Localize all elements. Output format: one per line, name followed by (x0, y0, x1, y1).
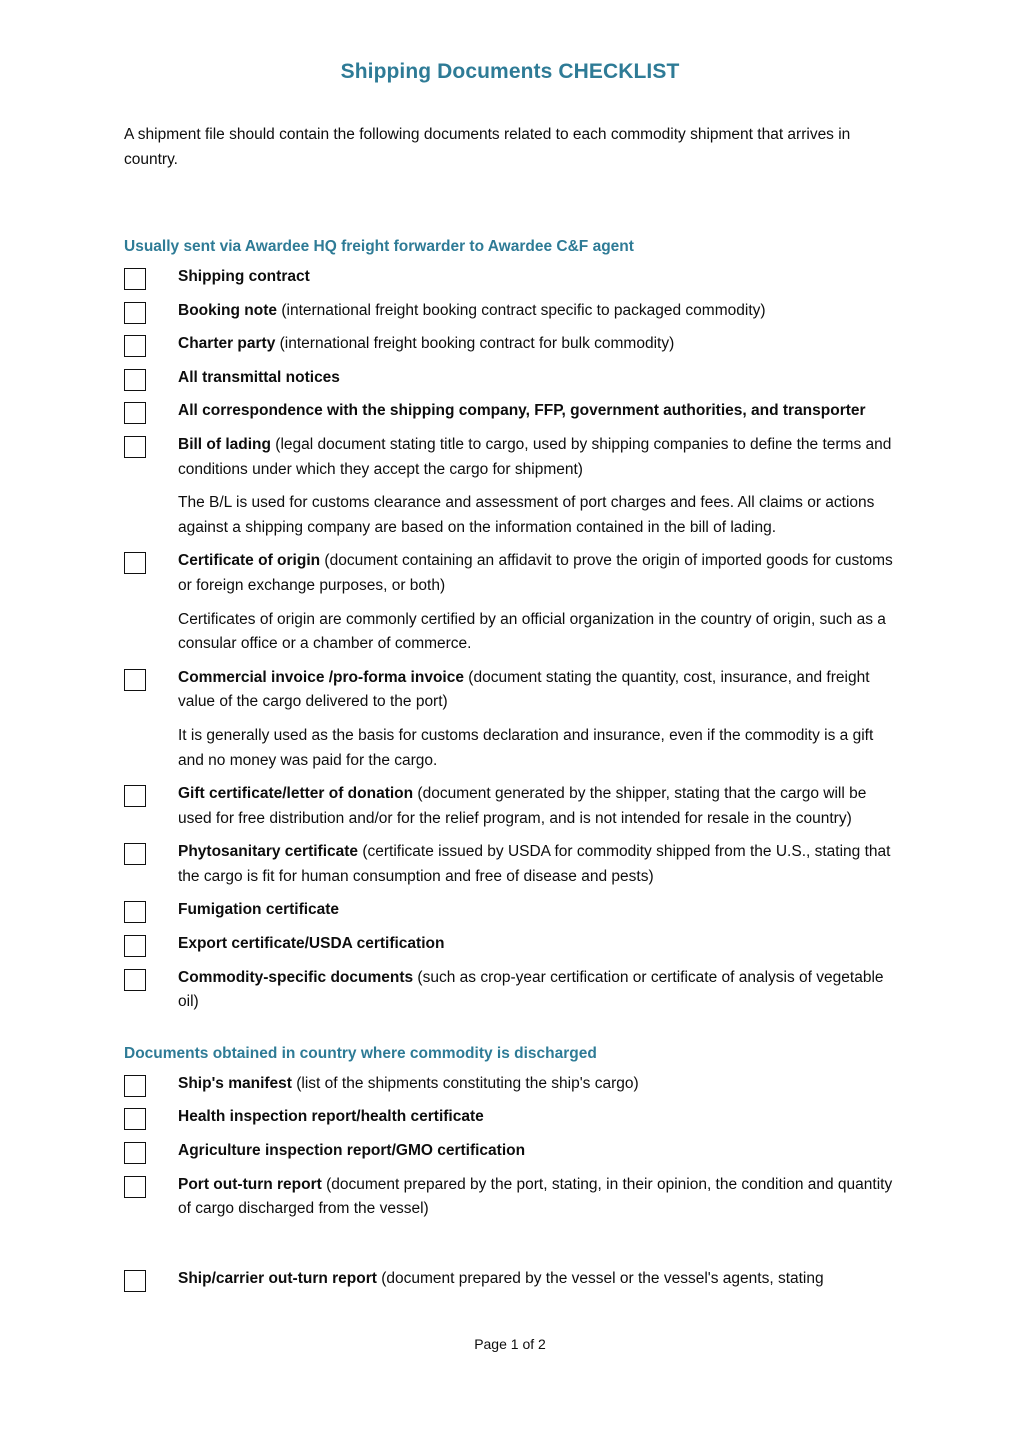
checkbox-icon[interactable] (124, 1074, 146, 1097)
checklist-item-title: Port out-turn report (178, 1175, 322, 1193)
checklist-item-title: Gift certificate/letter of donation (178, 785, 414, 803)
checklist-item[interactable]: Ship's manifest (list of the shipments c… (124, 1072, 896, 1097)
checklist-item-label: Export certificate/USDA certification (178, 932, 896, 957)
checkbox-icon[interactable] (124, 368, 146, 391)
checkbox-icon[interactable] (124, 1108, 146, 1131)
checklist-item-label: Ship's manifest (list of the shipments c… (178, 1072, 896, 1097)
intro-paragraph: A shipment file should contain the follo… (124, 126, 851, 168)
section-discharged: Documents obtained in country where comm… (124, 1042, 896, 1292)
checklist-item-title: Ship's manifest (178, 1074, 292, 1092)
checklist-item-label: Shipping contract (178, 265, 896, 290)
checkbox-icon[interactable] (124, 785, 146, 808)
checklist-item-title: Commodity-specific documents (178, 968, 414, 986)
checkbox-icon[interactable] (124, 935, 146, 958)
checklist-item-title: Ship/carrier out-turn report (178, 1269, 377, 1287)
checklist-item[interactable]: Health inspection report/health certific… (124, 1105, 896, 1131)
checkbox-icon[interactable] (124, 268, 146, 290)
checklist-item-title: Shipping contract (178, 268, 310, 285)
page-title: Shipping Documents CHECKLIST (340, 60, 680, 83)
checkbox-icon[interactable] (124, 435, 146, 458)
checkbox-icon[interactable] (124, 843, 146, 866)
checklist-item-title: Certificate of origin (178, 552, 321, 570)
checkbox-icon[interactable] (124, 1175, 146, 1198)
checklist-item-label: Certificate of origin (document containi… (178, 549, 896, 598)
checklist-item-label: Fumigation certificate (178, 898, 896, 923)
checklist-item[interactable]: Fumigation certificate (124, 898, 896, 924)
checklist-item[interactable]: Ship/carrier out-turn report (document p… (124, 1267, 896, 1292)
checklist-item-label: Booking note (international freight book… (178, 299, 896, 324)
section-usually-sent: Usually sent via Awardee HQ freight forw… (124, 235, 896, 1015)
checklist-item-label: Phytosanitary certificate (certificate i… (178, 840, 896, 889)
checklist-item-description: (document prepared by the vessel or the … (376, 1269, 824, 1287)
checklist-item[interactable]: Shipping contract (124, 265, 896, 290)
checkbox-icon[interactable] (124, 402, 146, 425)
checklist-item-note: It is generally used as the basis for cu… (178, 726, 874, 769)
section-heading-usually-sent: Usually sent via Awardee HQ freight forw… (124, 238, 634, 255)
checklist-item-title: Phytosanitary certificate (178, 843, 359, 861)
checklist-item[interactable]: All transmittal notices (124, 366, 896, 391)
document-body: A shipment file should contain the follo… (124, 122, 896, 1300)
checklist-item-label: Charter party (international freight boo… (178, 332, 896, 357)
checkbox-icon[interactable] (124, 1142, 146, 1165)
checklist-item-description: (international freight booking contract … (275, 335, 675, 353)
checklist-item-label: Ship/carrier out-turn report (document p… (178, 1267, 896, 1292)
checklist-item[interactable]: Export certificate/USDA certification (124, 932, 896, 958)
checklist-item-title: Booking note (178, 301, 278, 319)
checklist-item-label: Port out-turn report (document prepared … (178, 1173, 896, 1222)
checklist-item-title: All transmittal notices (178, 368, 340, 386)
checklist-item[interactable]: Agriculture inspection report/GMO certif… (124, 1139, 896, 1165)
checklist-item[interactable]: Gift certificate/letter of donation (doc… (124, 782, 896, 831)
checklist-item[interactable]: Booking note (international freight book… (124, 299, 896, 324)
checkbox-icon[interactable] (124, 301, 146, 324)
checklist-item-description: (international freight booking contract … (277, 301, 766, 319)
section-heading-discharged: Documents obtained in country where comm… (124, 1044, 597, 1062)
checklist-item-note: Certificates of origin are commonly cert… (178, 610, 886, 653)
checklist-item-label: Bill of lading (legal document stating t… (178, 433, 896, 482)
checklist-item-label: All transmittal notices (178, 366, 896, 391)
checklist-item-label: Gift certificate/letter of donation (doc… (178, 782, 896, 831)
checklist-item-title: Fumigation certificate (178, 901, 340, 919)
checkbox-icon[interactable] (124, 335, 146, 358)
checklist-item-description: (list of the shipments constituting the … (291, 1074, 639, 1092)
checklist-item-title: All correspondence with the shipping com… (178, 402, 866, 420)
checklist-item-description: (legal document stating title to cargo, … (178, 435, 892, 478)
checklist-item-label: Commodity-specific documents (such as cr… (178, 966, 896, 1015)
checklist-item[interactable]: Charter party (international freight boo… (124, 332, 896, 358)
checklist-item-label: Health inspection report/health certific… (178, 1105, 896, 1130)
checklist-item[interactable]: Commercial invoice /pro-forma invoice (d… (124, 666, 896, 715)
checklist-item-label: Commercial invoice /pro-forma invoice (d… (178, 666, 896, 715)
checkbox-icon[interactable] (124, 1269, 146, 1292)
checklist-item[interactable]: Bill of lading (legal document stating t… (124, 433, 896, 482)
checkbox-icon[interactable] (124, 668, 146, 691)
checklist-item-label: All correspondence with the shipping com… (178, 399, 896, 424)
checkbox-icon[interactable] (124, 901, 146, 924)
checklist-item-title: Agriculture inspection report/GMO certif… (178, 1142, 526, 1160)
checklist-item[interactable]: Certificate of origin (document containi… (124, 549, 896, 598)
checkbox-icon[interactable] (124, 968, 146, 991)
checklist-discharged: Ship's manifest (list of the shipments c… (124, 1072, 896, 1292)
checklist-item-label: Agriculture inspection report/GMO certif… (178, 1139, 896, 1164)
checkbox-icon[interactable] (124, 552, 146, 575)
checklist-item-title: Charter party (178, 335, 276, 353)
checklist-item-title: Export certificate/USDA certification (178, 935, 445, 953)
checklist-usually-sent: Shipping contract Booking note (internati… (124, 265, 896, 1015)
checklist-item[interactable]: Port out-turn report (document prepared … (124, 1173, 896, 1222)
checklist-item-title: Health inspection report/health certific… (178, 1108, 484, 1126)
document-page: Shipping Documents CHECKLIST A shipment … (0, 0, 1020, 1443)
checklist-item[interactable]: Commodity-specific documents (such as cr… (124, 966, 896, 1015)
checklist-item-note: The B/L is used for customs clearance an… (178, 494, 875, 536)
checklist-item[interactable]: All correspondence with the shipping com… (124, 399, 896, 425)
checklist-item-title: Commercial invoice /pro-forma invoice (178, 668, 464, 686)
checklist-item[interactable]: Phytosanitary certificate (certificate i… (124, 840, 896, 889)
page-footer: Page 1 of 2 (474, 1336, 546, 1352)
checklist-item-title: Bill of lading (178, 435, 271, 453)
